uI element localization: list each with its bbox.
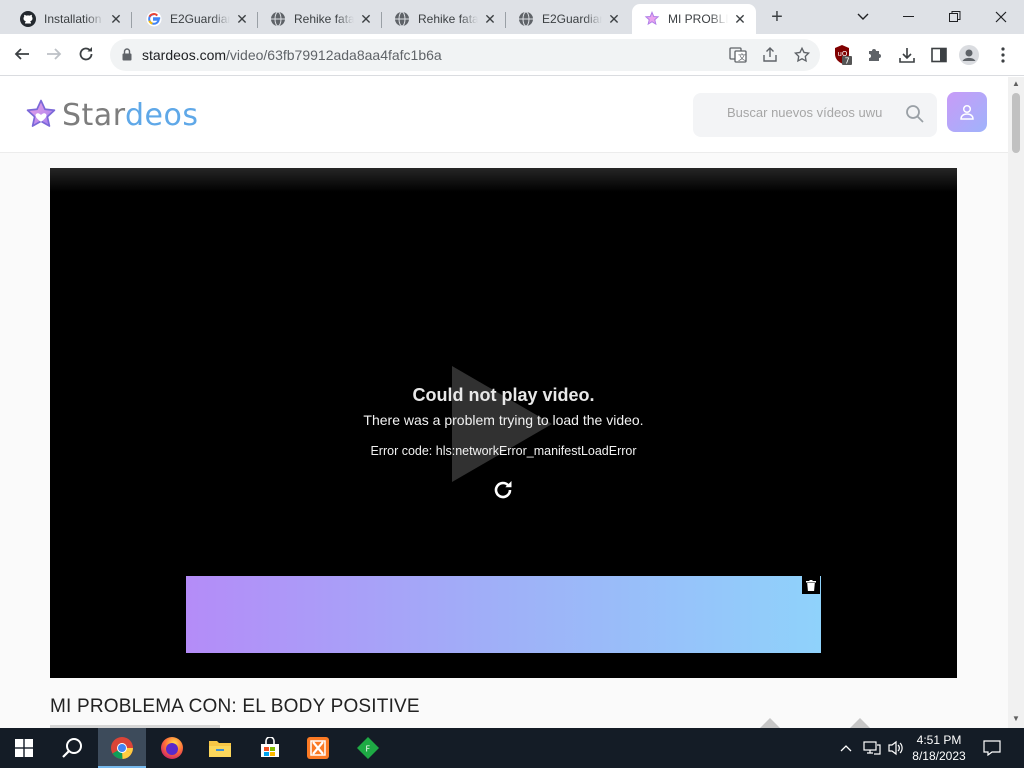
clock-date: 8/18/2023: [912, 749, 966, 763]
extension-badge: 7: [845, 57, 850, 66]
lock-icon[interactable]: [122, 48, 132, 66]
tab-installation[interactable]: Installation ✕: [8, 4, 132, 34]
tab-rehike-1[interactable]: Rehike fatal ✕: [258, 4, 382, 34]
logo-text-star: Star: [62, 97, 125, 133]
scroll-up-icon[interactable]: ▲: [1012, 79, 1020, 88]
search-icon[interactable]: [905, 104, 925, 129]
trash-icon[interactable]: [802, 576, 820, 594]
tab-mi-problema[interactable]: MI PROBLEMA ✕: [632, 4, 756, 34]
close-icon[interactable]: ✕: [108, 11, 124, 27]
globe-icon: [394, 11, 410, 27]
svg-text:F: F: [366, 745, 371, 754]
tab-title: Rehike fatal: [418, 12, 478, 26]
like-icon[interactable]: [760, 718, 780, 728]
tab-title: Installation: [44, 12, 102, 26]
extensions-puzzle-icon[interactable]: [864, 44, 886, 66]
tab-rehike-2[interactable]: Rehike fatal ✕: [382, 4, 506, 34]
google-icon: [146, 11, 162, 27]
search-icon[interactable]: [48, 728, 96, 768]
video-player[interactable]: Could not play video. There was a proble…: [50, 168, 957, 678]
close-icon[interactable]: ✕: [234, 11, 250, 27]
restore-button[interactable]: [932, 0, 978, 34]
close-icon[interactable]: ✕: [358, 11, 374, 27]
firefox-icon[interactable]: [148, 728, 196, 768]
search-input[interactable]: [727, 105, 887, 120]
close-icon[interactable]: ✕: [482, 11, 498, 27]
close-icon[interactable]: ✕: [732, 11, 748, 27]
close-icon[interactable]: ✕: [606, 11, 622, 27]
translate-icon[interactable]: 文: [728, 45, 748, 65]
search-box: [693, 93, 937, 137]
new-tab-button[interactable]: +: [766, 6, 788, 28]
user-account-button[interactable]: [947, 92, 987, 132]
stardeos-star-icon: [26, 99, 56, 127]
minimize-button[interactable]: [886, 0, 932, 34]
bookmark-star-icon[interactable]: [792, 45, 812, 65]
microsoft-store-icon[interactable]: [246, 728, 294, 768]
chevron-up-icon[interactable]: [836, 728, 856, 768]
scrollbar-thumb[interactable]: [1012, 93, 1020, 153]
download-icon[interactable]: [896, 44, 918, 66]
reload-button[interactable]: [71, 39, 101, 69]
retry-icon[interactable]: [491, 478, 515, 502]
stardeos-logo[interactable]: Stardeos: [24, 97, 198, 133]
address-bar[interactable]: stardeos.com/video/63fb79912ada8aa4fafc1…: [110, 39, 820, 71]
tab-e2guardian-2[interactable]: E2Guardian ✕: [506, 4, 630, 34]
tab-title: Rehike fatal: [294, 12, 354, 26]
globe-icon: [270, 11, 286, 27]
error-message: There was a problem trying to load the v…: [363, 412, 644, 428]
video-title: MI PROBLEMA CON: EL BODY POSITIVE: [50, 696, 420, 717]
error-code: Error code: hls:networkError_manifestLoa…: [370, 444, 637, 458]
svg-text:文: 文: [738, 52, 746, 62]
logo-text: Stardeos: [62, 98, 198, 133]
chevron-down-icon[interactable]: [840, 0, 886, 34]
profile-avatar-icon[interactable]: [958, 44, 980, 66]
stardeos-icon: [644, 11, 660, 27]
more-menu-icon[interactable]: [992, 44, 1014, 66]
chrome-icon[interactable]: [98, 728, 146, 768]
clock-time: 4:51 PM: [916, 733, 962, 747]
browser-toolbar: stardeos.com/video/63fb79912ada8aa4fafc1…: [0, 34, 1024, 76]
ublock-origin-icon[interactable]: uO 7: [832, 44, 854, 66]
logo-text-deos: deos: [125, 97, 199, 133]
volume-icon[interactable]: [884, 728, 908, 768]
taskbar-clock[interactable]: 4:51 PM 8/18/2023: [906, 732, 972, 764]
page-scrollbar[interactable]: ▲ ▼: [1008, 77, 1024, 728]
player-top-gradient: [50, 168, 957, 192]
dislike-icon[interactable]: [850, 718, 870, 728]
windows-taskbar: F 4:51 PM 8/18/2023: [0, 728, 1024, 768]
xampp-icon[interactable]: [294, 728, 342, 768]
scroll-down-icon[interactable]: ▼: [1012, 714, 1020, 723]
back-button[interactable]: [7, 39, 37, 69]
github-icon: [20, 11, 36, 27]
close-window-button[interactable]: [978, 0, 1024, 34]
tab-strip: Installation ✕ E2Guardian ✕ Rehike fatal…: [0, 0, 1024, 34]
tab-title: E2Guardian: [170, 12, 230, 26]
url-host: stardeos.com: [142, 47, 227, 63]
error-title: Could not play video.: [412, 385, 595, 405]
network-icon[interactable]: [860, 728, 884, 768]
site-header: Stardeos: [0, 77, 1008, 153]
forward-button[interactable]: [39, 39, 69, 69]
tab-title: MI PROBLEMA: [668, 12, 728, 26]
user-icon: [960, 104, 974, 120]
url-text: stardeos.com/video/63fb79912ada8aa4fafc1…: [142, 47, 442, 63]
windows-start-icon[interactable]: [0, 728, 48, 768]
web-page: Stardeos Could not play video. There was…: [0, 77, 1008, 728]
ad-banner[interactable]: [186, 576, 821, 653]
file-explorer-icon[interactable]: [196, 728, 244, 768]
tab-title: E2Guardian: [542, 12, 602, 26]
tab-e2guardian[interactable]: E2Guardian ✕: [134, 4, 258, 34]
notifications-icon[interactable]: [978, 728, 1006, 768]
url-path: /video/63fb79912ada8aa4fafc1b6a: [226, 47, 442, 63]
side-panel-icon[interactable]: [928, 44, 950, 66]
green-app-icon[interactable]: F: [344, 728, 392, 768]
globe-icon: [518, 11, 534, 27]
share-icon[interactable]: [760, 45, 780, 65]
